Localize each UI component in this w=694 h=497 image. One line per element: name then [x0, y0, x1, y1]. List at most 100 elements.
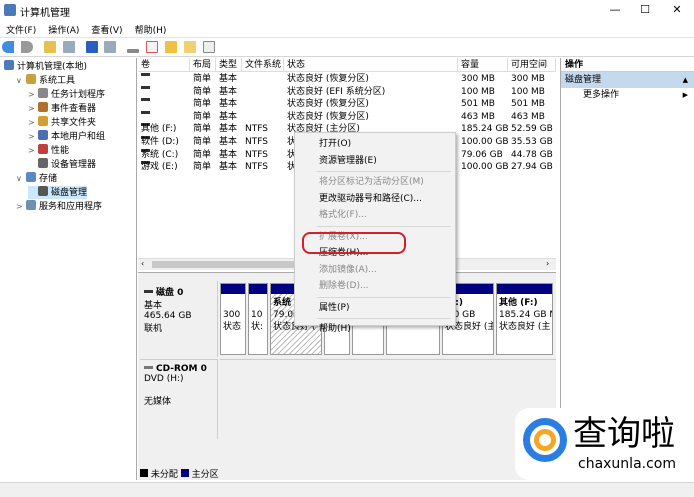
expand-icon[interactable]: ∨ — [16, 74, 26, 87]
cdrom-0-label[interactable]: CD-ROM 0 DVD (H:) 无媒体 — [140, 359, 218, 439]
table-row[interactable]: 简单 基本 状态良好 (恢复分区) 463 MB 463 MB — [138, 110, 556, 124]
context-menu-item[interactable]: 资源管理器(E) — [319, 153, 377, 169]
tree-item[interactable]: ∨ 系统工具 — [16, 74, 75, 87]
watermark-url: chaxunla.com — [578, 456, 676, 472]
cell-text: 基本 — [219, 137, 238, 147]
tree-item[interactable]: 设备管理器 — [28, 158, 96, 171]
tree-item-label: 共享文件夹 — [51, 118, 97, 128]
cell-text: 简单 — [193, 86, 212, 97]
partition-block[interactable]: 其他 (F:) 185.24 GB N 状态良好 (主 — [496, 283, 553, 355]
scroll-right-icon[interactable]: › — [546, 259, 549, 268]
context-menu-item[interactable]: 更改驱动器号和路径(C)... — [319, 191, 422, 207]
volume-icon — [141, 98, 150, 102]
collapse-arrow-icon[interactable]: > — [28, 88, 38, 101]
cell-text: 基本 — [219, 74, 238, 84]
cell-text: 300 MB — [461, 74, 495, 84]
menu-help[interactable]: 帮助(H) — [129, 20, 173, 39]
cell-text: NTFS — [245, 162, 268, 173]
forward-icon[interactable] — [20, 41, 33, 53]
tree-item-label: 任务计划程序 — [51, 90, 106, 100]
table-row[interactable]: 简单 基本 状态良好 (恢复分区) 300 MB 300 MB — [138, 73, 556, 86]
context-menu-item[interactable]: 将分区标记为活动分区(M) — [319, 174, 424, 190]
menu-action[interactable]: 操作(A) — [42, 20, 85, 39]
tree-item-label: 性能 — [51, 146, 70, 156]
tree-item-label: 服务和应用程序 — [39, 202, 103, 212]
column-header[interactable]: 可用空间 — [508, 58, 556, 72]
tree-item[interactable]: ∨ 存储 — [16, 172, 57, 185]
help-icon[interactable] — [85, 41, 98, 53]
scroll-left-icon[interactable]: ‹ — [141, 259, 144, 268]
context-menu-item[interactable]: 属性(P) — [319, 300, 349, 316]
storage-icon — [26, 172, 36, 182]
maximize-button[interactable]: ☐ — [630, 0, 660, 20]
tree-item[interactable]: 磁盘管理 — [28, 186, 88, 199]
show-hide-action-icon[interactable] — [104, 41, 117, 53]
context-menu-item[interactable]: 添加镜像(A)... — [319, 262, 377, 278]
cell-text: 软件 (D:) — [141, 137, 179, 147]
cell-text: 463 MB — [461, 111, 495, 122]
column-header[interactable]: 文件系统 — [242, 58, 284, 72]
collapse-arrow-icon[interactable]: > — [16, 200, 26, 213]
partition-status: 状态 — [223, 322, 242, 332]
menu-view[interactable]: 查看(V) — [85, 20, 128, 39]
connect-icon[interactable] — [127, 49, 140, 53]
cell-text: 79.06 GB — [461, 149, 503, 160]
tree-item[interactable]: > 性能 — [28, 144, 69, 157]
check-icon[interactable] — [146, 41, 159, 53]
context-menu-item[interactable]: 格式化(F)... — [319, 207, 367, 223]
tree-item[interactable]: > 任务计划程序 — [28, 88, 105, 101]
clock-icon — [38, 88, 48, 98]
collapse-icon[interactable]: ▲ — [683, 72, 688, 88]
device-manager-icon — [38, 158, 48, 168]
collapse-arrow-icon[interactable]: > — [28, 116, 38, 129]
column-header[interactable]: 状态 — [284, 58, 458, 72]
column-header[interactable]: 容量 — [458, 58, 508, 72]
more-actions[interactable]: 更多操作 ▶ — [561, 88, 694, 102]
tree-item[interactable]: > 共享文件夹 — [28, 116, 96, 129]
cell-text: 简单 — [193, 74, 212, 84]
table-row[interactable]: 简单 基本 状态良好 (EFI 系统分区) 100 MB 100 MB — [138, 85, 556, 99]
tree-item[interactable]: > 事件查看器 — [28, 102, 96, 115]
cell-text: 简单 — [193, 99, 212, 110]
context-menu-item[interactable]: 打开(O) — [319, 136, 351, 152]
performance-icon — [38, 144, 48, 154]
tree-item[interactable]: 计算机管理(本地) — [4, 60, 87, 73]
cdrom-type: DVD (H:) — [144, 374, 184, 384]
context-menu-item[interactable]: 帮助(H) — [319, 321, 351, 337]
search-folder-icon[interactable] — [183, 41, 196, 53]
partition-title — [223, 297, 243, 309]
import-icon[interactable] — [165, 41, 177, 53]
window-title: 计算机管理 — [20, 8, 70, 19]
column-header[interactable]: 类型 — [216, 58, 242, 72]
cell-text: 501 MB — [511, 99, 545, 110]
up-folder-icon[interactable] — [43, 41, 56, 53]
cdrom-name: CD-ROM 0 — [156, 364, 207, 374]
menu-file[interactable]: 文件(F) — [0, 20, 42, 39]
disk-0-label[interactable]: 磁盘 0 基本 465.64 GB 联机 — [140, 281, 218, 357]
partition-body: 10 状: — [249, 294, 267, 354]
column-header[interactable]: 卷 — [138, 58, 190, 72]
column-header[interactable]: 布局 — [190, 58, 216, 72]
collapse-arrow-icon[interactable]: > — [28, 102, 38, 115]
collapse-arrow-icon[interactable]: > — [28, 130, 38, 143]
legend-unallocated: 未分配 — [150, 470, 178, 480]
disk-icon — [38, 186, 48, 196]
cell-text: 100 MB — [511, 86, 545, 97]
back-icon[interactable] — [2, 41, 14, 53]
partition-type-bar — [249, 284, 267, 294]
partition-block[interactable]: 10 状: — [248, 283, 268, 355]
tree-item[interactable]: > 本地用户和组 — [28, 130, 105, 143]
watermark-magnifier-icon — [534, 429, 556, 451]
close-button[interactable]: ✕ — [662, 0, 692, 20]
partition-body: 其他 (F:) 185.24 GB N 状态良好 (主 — [497, 294, 552, 354]
expand-icon[interactable]: ∨ — [16, 172, 26, 185]
table-row[interactable]: 简单 基本 状态良好 (恢复分区) 501 MB 501 MB — [138, 98, 556, 111]
actions-section[interactable]: 磁盘管理 ▲ — [561, 72, 694, 88]
properties-icon[interactable] — [202, 41, 215, 53]
context-menu-item[interactable]: 删除卷(D)... — [319, 278, 369, 294]
minimize-button[interactable]: — — [600, 0, 630, 20]
partition-block[interactable]: 300 状态 — [220, 283, 246, 355]
show-hide-tree-icon[interactable] — [62, 41, 75, 53]
collapse-arrow-icon[interactable]: > — [28, 144, 38, 157]
tree-item[interactable]: > 服务和应用程序 — [16, 200, 102, 213]
